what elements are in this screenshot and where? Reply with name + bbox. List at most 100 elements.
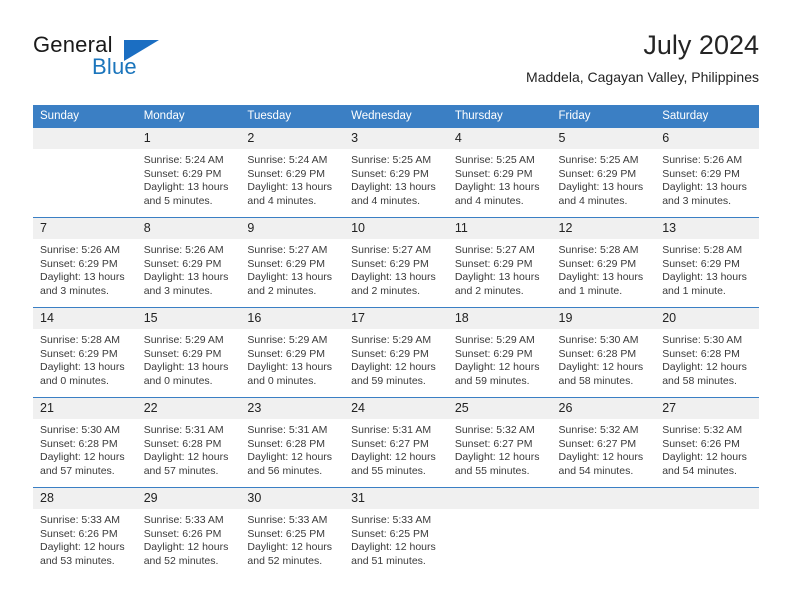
day-details: Sunrise: 5:31 AM Sunset: 6:28 PM Daylight:… [137, 419, 241, 478]
daylight-text-line1: Daylight: 12 hours [558, 361, 644, 374]
day-details: Sunrise: 5:31 AM Sunset: 6:28 PM Daylight:… [240, 419, 344, 478]
day-cell-inner: 19 Sunrise: 5:30 AM Sunset: 6:28 PM Dayligh… [551, 308, 656, 397]
daylight-text-line1: Daylight: 13 hours [558, 271, 644, 284]
day-number: 29 [136, 488, 241, 509]
daylight-text-line2: and 2 minutes. [247, 284, 317, 297]
daylight-text-line2: and 3 minutes. [40, 284, 109, 297]
calendar-day-cell[interactable]: 5 Sunrise: 5:25 AM Sunset: 6:29 PM Daylight… [551, 127, 656, 218]
day-details: Sunrise: 5:31 AM Sunset: 6:27 PM Daylight:… [344, 419, 448, 478]
day-number: 13 [655, 218, 759, 239]
day-details: Sunrise: 5:25 AM Sunset: 6:29 PM Daylight:… [552, 149, 656, 208]
calendar-day-cell[interactable]: 10 Sunrise: 5:27 AM Sunset: 6:29 PM Dayligh… [344, 217, 448, 308]
day-cell-inner: 13 Sunrise: 5:28 AM Sunset: 6:29 PM Dayligh… [655, 218, 759, 307]
sunrise-text: Sunrise: 5:29 AM [143, 334, 224, 346]
calendar-day-cell[interactable]: 11 Sunrise: 5:27 AM Sunset: 6:29 PM Dayligh… [447, 217, 552, 308]
daylight-text-line1: Daylight: 12 hours [351, 361, 436, 374]
daylight-text-line2: and 1 minute. [558, 284, 623, 297]
sunset-text: Sunset: 6:29 PM [662, 167, 740, 180]
day-details: Sunrise: 5:27 AM Sunset: 6:29 PM Daylight:… [448, 239, 552, 298]
calendar-day-cell[interactable]: 18 Sunrise: 5:29 AM Sunset: 6:29 PM Dayligh… [447, 307, 552, 398]
day-details: Sunrise: 5:32 AM Sunset: 6:27 PM Daylight:… [448, 419, 552, 478]
daylight-text-line2: and 0 minutes. [247, 374, 317, 387]
day-cell-inner [551, 488, 656, 578]
day-number: 21 [33, 398, 137, 419]
calendar-day-cell[interactable]: 13 Sunrise: 5:28 AM Sunset: 6:29 PM Dayligh… [655, 217, 759, 308]
day-number [655, 488, 759, 509]
sunset-text: Sunset: 6:29 PM [247, 257, 326, 270]
sunrise-text: Sunrise: 5:33 AM [40, 514, 120, 526]
sunset-text: Sunset: 6:29 PM [454, 257, 533, 270]
sunrise-text: Sunrise: 5:28 AM [662, 244, 743, 256]
calendar-day-cell[interactable]: 25 Sunrise: 5:32 AM Sunset: 6:27 PM Dayligh… [447, 397, 552, 488]
calendar-grid: Sunday Monday Tuesday Wednesday Thursday… [33, 105, 759, 578]
daylight-text-line1: Daylight: 12 hours [351, 451, 436, 464]
calendar-week-row: 14 Sunrise: 5:28 AM Sunset: 6:29 PM Dayligh… [33, 307, 759, 398]
calendar-day-cell[interactable]: 20 Sunrise: 5:30 AM Sunset: 6:28 PM Dayligh… [655, 307, 759, 398]
sunrise-text: Sunrise: 5:25 AM [558, 154, 639, 166]
day-details: Sunrise: 5:30 AM Sunset: 6:28 PM Daylight:… [33, 419, 137, 478]
sunrise-text: Sunrise: 5:29 AM [351, 334, 432, 346]
calendar-day-cell[interactable]: 22 Sunrise: 5:31 AM Sunset: 6:28 PM Dayligh… [136, 397, 241, 488]
day-cell-inner: 11 Sunrise: 5:27 AM Sunset: 6:29 PM Dayligh… [447, 218, 552, 307]
daylight-text-line2: and 4 minutes. [351, 194, 420, 207]
daylight-text-line2: and 4 minutes. [454, 194, 524, 207]
day-cell-inner: 7 Sunrise: 5:26 AM Sunset: 6:29 PM Daylight… [33, 218, 137, 307]
day-details: Sunrise: 5:33 AM Sunset: 6:25 PM Daylight:… [344, 509, 448, 568]
daylight-text-line1: Daylight: 13 hours [143, 181, 229, 194]
day-cell-inner: 25 Sunrise: 5:32 AM Sunset: 6:27 PM Dayligh… [447, 398, 552, 487]
calendar-day-cell[interactable]: 16 Sunrise: 5:29 AM Sunset: 6:29 PM Dayligh… [240, 307, 345, 398]
day-details: Sunrise: 5:25 AM Sunset: 6:29 PM Daylight:… [448, 149, 552, 208]
daylight-text-line1: Daylight: 12 hours [662, 451, 747, 464]
day-number: 3 [344, 128, 448, 149]
calendar-day-cell[interactable]: 30 Sunrise: 5:33 AM Sunset: 6:25 PM Dayligh… [240, 487, 345, 578]
daylight-text-line1: Daylight: 13 hours [351, 271, 436, 284]
sunrise-text: Sunrise: 5:33 AM [247, 514, 328, 526]
calendar-day-cell[interactable]: 12 Sunrise: 5:28 AM Sunset: 6:29 PM Dayligh… [551, 217, 656, 308]
daylight-text-line2: and 3 minutes. [662, 194, 732, 207]
sunset-text: Sunset: 6:29 PM [454, 167, 533, 180]
calendar-day-cell[interactable]: 28 Sunrise: 5:33 AM Sunset: 6:26 PM Dayligh… [33, 487, 137, 578]
calendar-week-row: 28 Sunrise: 5:33 AM Sunset: 6:26 PM Dayligh… [33, 487, 759, 578]
sunset-text: Sunset: 6:27 PM [454, 437, 533, 450]
sunrise-text: Sunrise: 5:31 AM [247, 424, 328, 436]
sunrise-text: Sunrise: 5:25 AM [351, 154, 432, 166]
calendar-day-cell[interactable]: 3 Sunrise: 5:25 AM Sunset: 6:29 PM Daylight… [344, 127, 448, 218]
calendar-day-cell[interactable]: 9 Sunrise: 5:27 AM Sunset: 6:29 PM Daylight… [240, 217, 345, 308]
general-blue-logo[interactable]: General Blue [33, 32, 243, 88]
weekday-header-tuesday: Tuesday [240, 105, 345, 128]
calendar-day-cell[interactable]: 14 Sunrise: 5:28 AM Sunset: 6:29 PM Dayligh… [33, 307, 137, 398]
sunrise-text: Sunrise: 5:27 AM [247, 244, 328, 256]
calendar-day-cell[interactable]: 4 Sunrise: 5:25 AM Sunset: 6:29 PM Daylight… [447, 127, 552, 218]
calendar-day-cell[interactable]: 2 Sunrise: 5:24 AM Sunset: 6:29 PM Daylight… [240, 127, 345, 218]
calendar-day-cell[interactable]: 17 Sunrise: 5:29 AM Sunset: 6:29 PM Dayligh… [344, 307, 448, 398]
day-number: 8 [136, 218, 241, 239]
day-number: 22 [136, 398, 241, 419]
calendar-day-cell[interactable]: 1 Sunrise: 5:24 AM Sunset: 6:29 PM Daylight… [136, 127, 241, 218]
day-details: Sunrise: 5:29 AM Sunset: 6:29 PM Daylight:… [344, 329, 448, 388]
day-number: 15 [136, 308, 241, 329]
day-details: Sunrise: 5:33 AM Sunset: 6:25 PM Daylight:… [240, 509, 344, 568]
day-number [551, 488, 656, 509]
calendar-day-cell[interactable]: 23 Sunrise: 5:31 AM Sunset: 6:28 PM Dayligh… [240, 397, 345, 488]
daylight-text-line1: Daylight: 12 hours [247, 541, 333, 554]
sunrise-text: Sunrise: 5:25 AM [454, 154, 535, 166]
day-cell-inner [447, 488, 552, 578]
calendar-day-cell[interactable]: 19 Sunrise: 5:30 AM Sunset: 6:28 PM Dayligh… [551, 307, 656, 398]
sunset-text: Sunset: 6:26 PM [143, 527, 222, 540]
daylight-text-line1: Daylight: 12 hours [454, 361, 540, 374]
daylight-text-line1: Daylight: 13 hours [662, 181, 747, 194]
weekday-header-thursday: Thursday [447, 105, 552, 128]
calendar-day-cell[interactable]: 7 Sunrise: 5:26 AM Sunset: 6:29 PM Daylight… [33, 217, 137, 308]
calendar-day-cell[interactable]: 8 Sunrise: 5:26 AM Sunset: 6:29 PM Daylight… [136, 217, 241, 308]
calendar-day-cell[interactable]: 27 Sunrise: 5:32 AM Sunset: 6:26 PM Dayligh… [655, 397, 759, 488]
calendar-day-cell[interactable]: 29 Sunrise: 5:33 AM Sunset: 6:26 PM Dayligh… [136, 487, 241, 578]
day-cell-inner: 16 Sunrise: 5:29 AM Sunset: 6:29 PM Dayligh… [240, 308, 345, 397]
calendar-day-cell[interactable]: 26 Sunrise: 5:32 AM Sunset: 6:27 PM Dayligh… [551, 397, 656, 488]
calendar-day-cell[interactable]: 24 Sunrise: 5:31 AM Sunset: 6:27 PM Dayligh… [344, 397, 448, 488]
calendar-day-cell[interactable]: 31 Sunrise: 5:33 AM Sunset: 6:25 PM Dayligh… [344, 487, 448, 578]
calendar-day-cell[interactable]: 6 Sunrise: 5:26 AM Sunset: 6:29 PM Daylight… [655, 127, 759, 218]
calendar-day-cell[interactable]: 15 Sunrise: 5:29 AM Sunset: 6:29 PM Dayligh… [136, 307, 241, 398]
day-number: 12 [551, 218, 656, 239]
calendar-day-cell[interactable]: 21 Sunrise: 5:30 AM Sunset: 6:28 PM Dayligh… [33, 397, 137, 488]
daylight-text-line1: Daylight: 13 hours [558, 181, 644, 194]
